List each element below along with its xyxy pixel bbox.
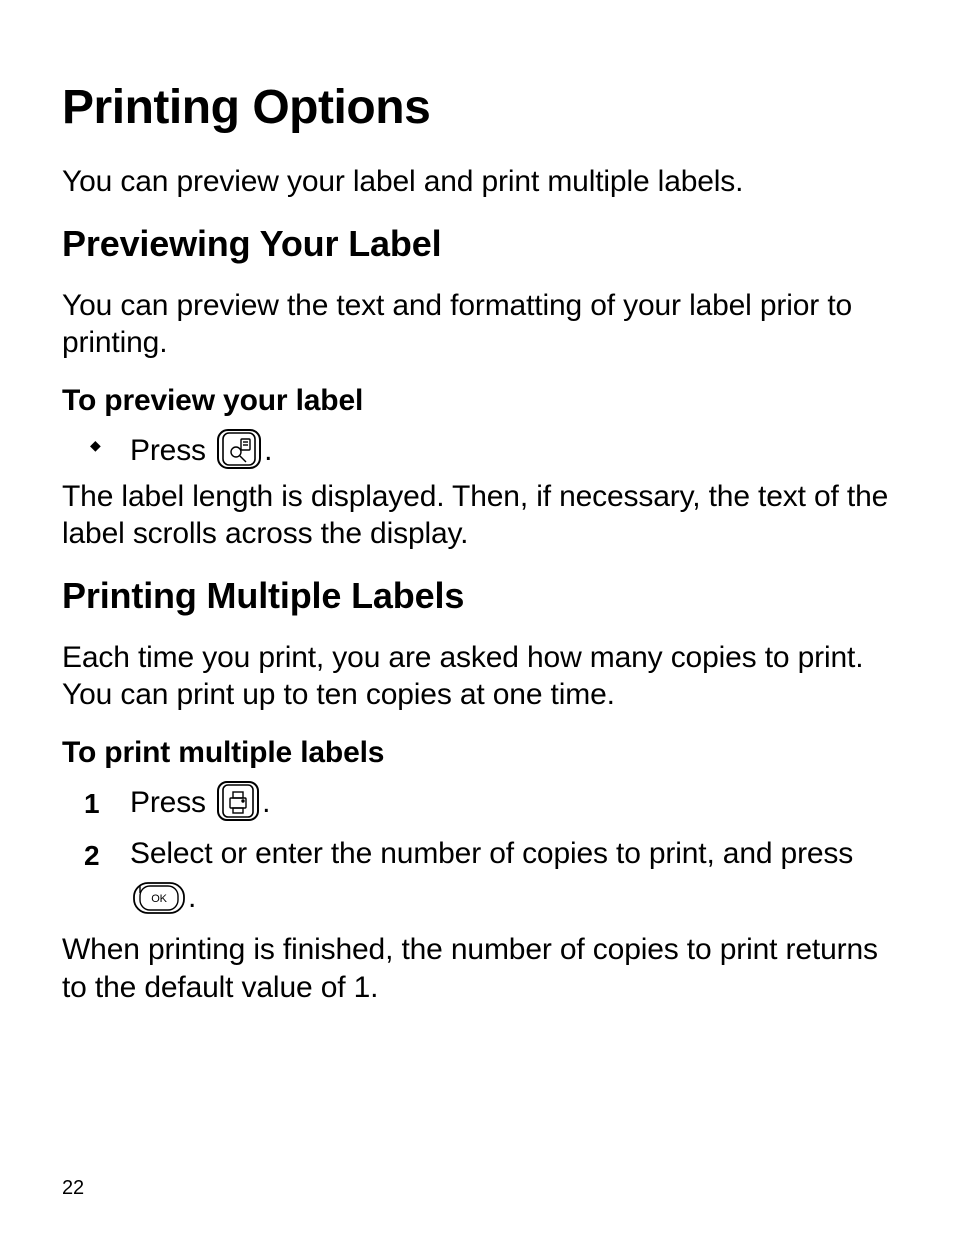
preview-key-icon: [216, 428, 262, 470]
multiple-step-2: Select or enter the number of copies to …: [84, 832, 896, 919]
step-text-pre: Press: [130, 434, 214, 467]
manual-page: Printing Options You can preview your la…: [0, 0, 954, 1246]
page-number: 22: [62, 1177, 84, 1200]
ok-key-icon: OK: [132, 881, 186, 915]
preview-steps: Press .: [62, 428, 896, 472]
multiple-steps: Press . Select or enter the number of co…: [62, 780, 896, 920]
multiple-procedure-title: To print multiple labels: [62, 736, 896, 770]
multiple-body: Each time you print, you are asked how m…: [62, 639, 896, 714]
print-key-icon: [216, 780, 260, 822]
multiple-step-1: Press .: [84, 780, 896, 825]
step-text-pre: Press: [130, 786, 214, 819]
step-text-post: .: [262, 786, 270, 819]
step-text-post: .: [264, 434, 272, 467]
section-multiple-title: Printing Multiple Labels: [62, 575, 896, 617]
step-text-post: .: [188, 881, 196, 914]
preview-step-1: Press .: [100, 428, 896, 472]
preview-procedure-title: To preview your label: [62, 384, 896, 418]
step-text-pre: Select or enter the number of copies to …: [130, 837, 853, 870]
svg-text:OK: OK: [151, 893, 167, 905]
multiple-after-paragraph: When printing is finished, the number of…: [62, 931, 896, 1006]
page-title: Printing Options: [62, 80, 896, 135]
intro-paragraph: You can preview your label and print mul…: [62, 163, 896, 201]
previewing-body: You can preview the text and formatting …: [62, 287, 896, 362]
preview-after-paragraph: The label length is displayed. Then, if …: [62, 478, 896, 553]
section-previewing-title: Previewing Your Label: [62, 223, 896, 265]
